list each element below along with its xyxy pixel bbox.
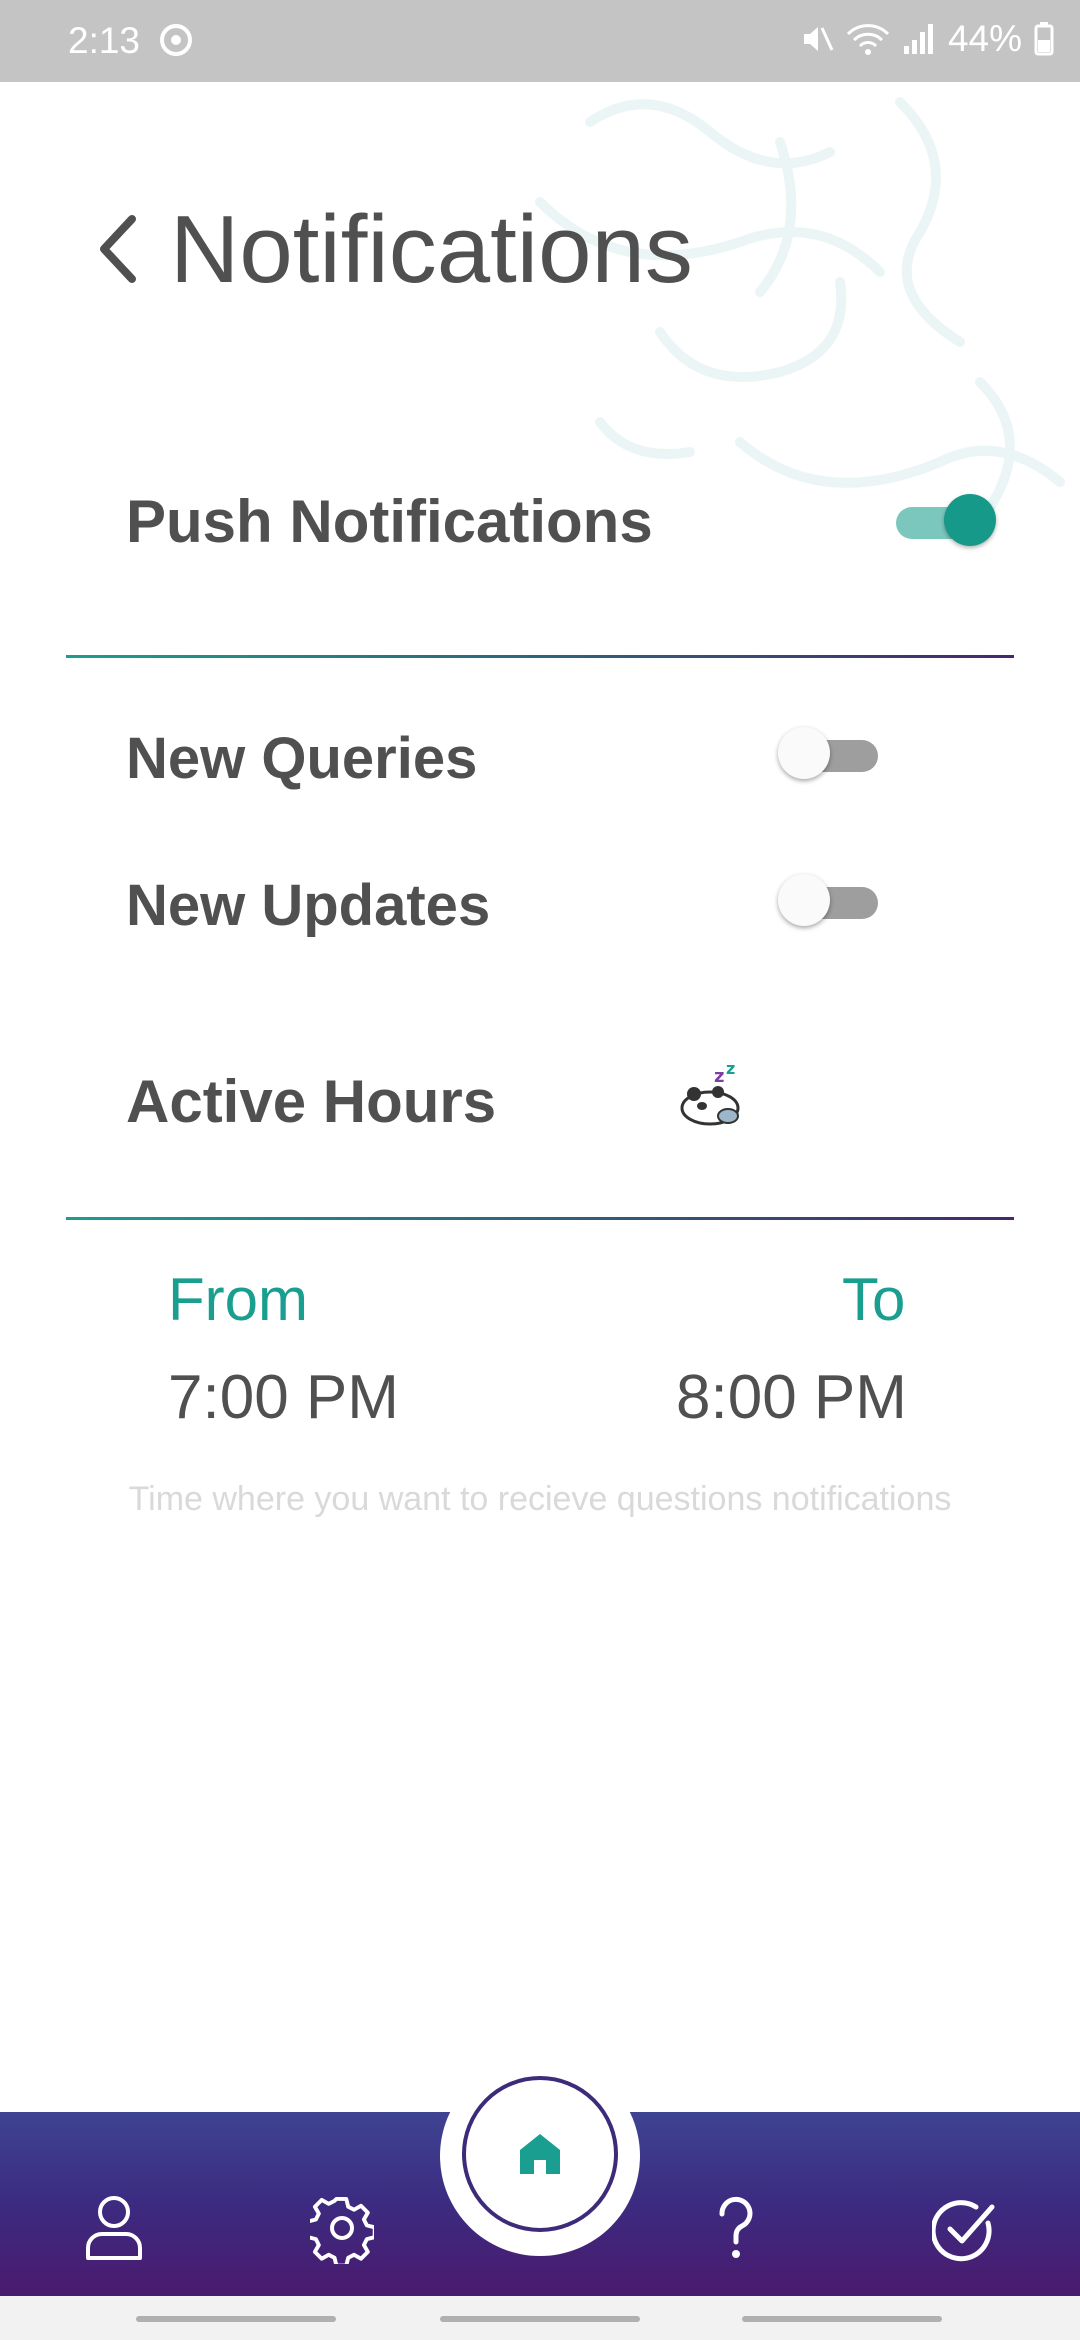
to-label: To [842,1266,906,1333]
to-time-value[interactable]: 8:00 PM [676,1362,907,1433]
status-time: 2:13 [68,20,141,61]
sync-icon [160,24,192,56]
status-bar: 2:13 44% [0,0,1080,82]
section-divider [66,655,1014,658]
home-icon [520,2134,560,2174]
sleeping-panda-icon: z z [680,1060,740,1126]
from-label: From [168,1266,308,1333]
new-queries-toggle[interactable] [778,727,884,781]
settings-gear-icon[interactable] [310,2194,374,2264]
gesture-bar [0,2296,1080,2340]
svg-text:z: z [714,1066,724,1087]
battery-icon [1034,22,1054,56]
wifi-icon [846,24,890,55]
toggle-knob [778,874,830,926]
toggle-knob [778,727,830,779]
from-time-value[interactable]: 7:00 PM [168,1362,399,1433]
back-chevron-icon[interactable] [94,213,142,285]
toggle-knob [944,494,996,546]
calligraphy-background [535,97,1065,527]
page-title: Notifications [170,196,693,303]
battery-percent: 44% [947,18,1022,59]
recent-apps-handle[interactable] [136,2316,336,2322]
help-icon[interactable] [704,2192,768,2262]
push-notifications-label: Push Notifications [126,488,653,555]
section-divider [66,1217,1014,1220]
mute-icon [803,27,834,51]
check-icon[interactable] [932,2196,996,2266]
back-handle[interactable] [742,2316,942,2322]
new-queries-label: New Queries [126,726,478,791]
push-notifications-toggle[interactable] [896,494,996,548]
new-updates-label: New Updates [126,873,491,938]
home-button[interactable] [462,2076,618,2232]
signal-icon [903,24,933,54]
new-updates-toggle[interactable] [778,874,884,928]
svg-text:z: z [726,1060,735,1078]
home-handle[interactable] [440,2316,640,2322]
active-hours-label: Active Hours [126,1068,497,1135]
profile-icon[interactable] [82,2192,146,2262]
active-hours-hint: Time where you want to recieve questions… [128,1480,952,1518]
